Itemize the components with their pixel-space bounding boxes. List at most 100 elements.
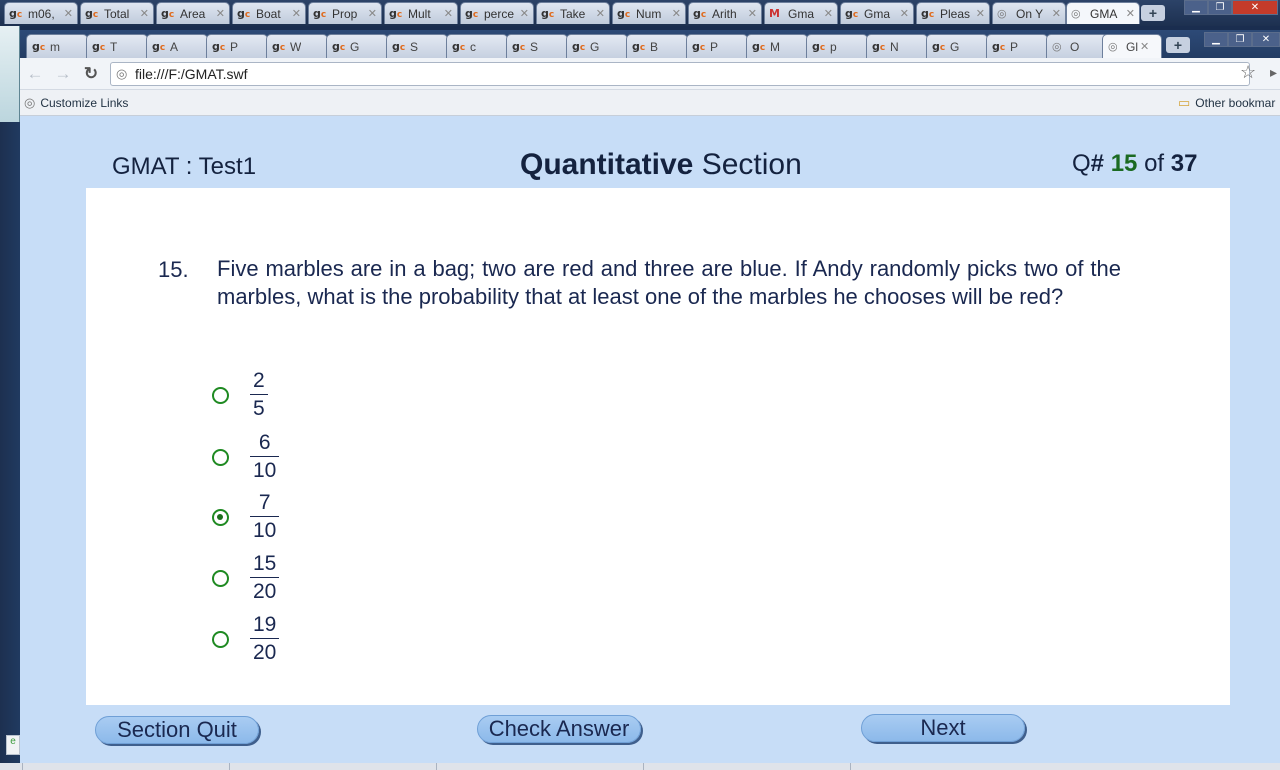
- answer-option-c[interactable]: 7 10: [212, 491, 302, 545]
- bookmark-star-icon[interactable]: ☆: [1240, 62, 1256, 83]
- close-icon[interactable]: ✕: [596, 7, 605, 20]
- radio-button[interactable]: [212, 631, 229, 648]
- inner-tab-5[interactable]: W: [266, 34, 328, 58]
- inner-tab-19-active[interactable]: Gl✕: [1102, 34, 1162, 58]
- close-window-button[interactable]: ✕: [1232, 0, 1278, 15]
- inner-tab-1[interactable]: m: [26, 34, 88, 58]
- denominator: 20: [253, 580, 277, 603]
- close-icon[interactable]: ✕: [444, 7, 453, 20]
- taskbar-app-icon[interactable]: e: [6, 735, 20, 755]
- inner-tab-11[interactable]: B: [626, 34, 688, 58]
- current-question-number: 15: [1110, 150, 1138, 177]
- close-icon[interactable]: ✕: [824, 7, 833, 20]
- close-icon[interactable]: ✕: [520, 7, 529, 20]
- radio-button[interactable]: [212, 387, 229, 404]
- favicon-icon: [693, 7, 708, 20]
- outer-tab-9[interactable]: Num ✕: [612, 2, 686, 24]
- close-icon[interactable]: ✕: [1140, 40, 1149, 53]
- inner-tab-13[interactable]: M: [746, 34, 808, 58]
- outer-tab-7[interactable]: perce ✕: [460, 2, 534, 24]
- back-arrow-icon[interactable]: ←: [24, 63, 46, 85]
- close-icon[interactable]: ✕: [216, 7, 225, 20]
- tab-label: M: [770, 39, 780, 54]
- outer-tab-2[interactable]: Total ✕: [80, 2, 154, 24]
- outer-tab-3[interactable]: Area ✕: [156, 2, 230, 24]
- answer-option-d[interactable]: 15 20: [212, 552, 302, 606]
- minimize-button[interactable]: ▁: [1204, 32, 1228, 47]
- outer-tab-6[interactable]: Mult ✕: [384, 2, 458, 24]
- inner-tab-10[interactable]: G: [566, 34, 628, 58]
- inner-tab-8[interactable]: c: [446, 34, 508, 58]
- radio-button-selected[interactable]: [212, 509, 229, 526]
- close-icon[interactable]: ✕: [368, 7, 377, 20]
- close-icon[interactable]: ✕: [1052, 7, 1061, 20]
- tab-label: P: [230, 39, 239, 54]
- answer-option-b[interactable]: 6 10: [212, 431, 302, 485]
- outer-tab-5[interactable]: Prop ✕: [308, 2, 382, 24]
- outer-tab-14[interactable]: On Y ✕: [992, 2, 1066, 24]
- close-icon[interactable]: ✕: [1126, 7, 1135, 20]
- outer-tab-15-active[interactable]: GMA ✕: [1066, 2, 1140, 24]
- outer-tab-10[interactable]: Arith ✕: [688, 2, 762, 24]
- outer-tab-11[interactable]: Gma ✕: [764, 2, 838, 24]
- tab-label: S: [530, 39, 539, 54]
- tab-label: Take: [560, 6, 586, 21]
- close-icon[interactable]: ✕: [748, 7, 757, 20]
- close-icon[interactable]: ✕: [976, 7, 985, 20]
- inner-tab-15[interactable]: N: [866, 34, 928, 58]
- tab-label: Gl: [1126, 39, 1138, 54]
- outer-tab-13[interactable]: Pleas ✕: [916, 2, 990, 24]
- new-tab-button[interactable]: +: [1166, 37, 1190, 53]
- tab-label: G: [590, 39, 600, 54]
- close-icon[interactable]: ✕: [900, 7, 909, 20]
- answer-option-a[interactable]: 25: [212, 369, 302, 423]
- bookmark-customize-links[interactable]: ◎ Customize Links: [24, 95, 128, 111]
- taskbar-item[interactable]: [22, 763, 228, 770]
- inner-tab-7[interactable]: S: [386, 34, 448, 58]
- inner-tab-9[interactable]: S: [506, 34, 568, 58]
- inner-tab-12[interactable]: P: [686, 34, 748, 58]
- tab-label: Arith: [712, 6, 737, 21]
- taskbar-item[interactable]: [850, 763, 1056, 770]
- outer-tab-8[interactable]: Take ✕: [536, 2, 610, 24]
- radio-button[interactable]: [212, 570, 229, 587]
- address-bar[interactable]: ◎ file:///F:/GMAT.swf: [110, 62, 1250, 86]
- radio-button[interactable]: [212, 449, 229, 466]
- minimize-button[interactable]: ▁: [1184, 0, 1208, 15]
- inner-tab-6[interactable]: G: [326, 34, 388, 58]
- inner-tab-18[interactable]: O: [1046, 34, 1108, 58]
- answer-option-e[interactable]: 19 20: [212, 613, 302, 667]
- counter-of: of: [1144, 150, 1165, 177]
- other-bookmarks[interactable]: ▭ Other bookmar: [1178, 95, 1275, 111]
- reload-icon[interactable]: ↻: [80, 63, 102, 85]
- inner-tab-4[interactable]: P: [206, 34, 268, 58]
- favicon-icon: [632, 40, 647, 53]
- check-answer-button[interactable]: Check Answer: [477, 715, 641, 743]
- tab-label: Gma: [788, 6, 815, 21]
- new-tab-button[interactable]: +: [1141, 5, 1165, 21]
- menu-icon[interactable]: ▸: [1270, 64, 1277, 81]
- section-quit-button[interactable]: Section Quit: [95, 716, 259, 744]
- favicon-icon: [237, 7, 252, 20]
- inner-tab-2[interactable]: T: [86, 34, 148, 58]
- fraction: 19 20: [250, 613, 280, 666]
- outer-tab-12[interactable]: Gma ✕: [840, 2, 914, 24]
- taskbar-item[interactable]: [643, 763, 849, 770]
- taskbar-item[interactable]: [229, 763, 435, 770]
- close-icon[interactable]: ✕: [292, 7, 301, 20]
- restore-button[interactable]: ❐: [1228, 32, 1252, 47]
- inner-tab-17[interactable]: P: [986, 34, 1048, 58]
- taskbar-item[interactable]: [436, 763, 642, 770]
- next-button[interactable]: Next: [861, 714, 1025, 742]
- close-icon[interactable]: ✕: [64, 7, 73, 20]
- inner-tab-14[interactable]: p: [806, 34, 868, 58]
- outer-tab-1[interactable]: m06, ✕: [4, 2, 78, 24]
- close-icon[interactable]: ✕: [140, 7, 149, 20]
- inner-tab-3[interactable]: A: [146, 34, 208, 58]
- restore-button[interactable]: ❐: [1208, 0, 1232, 15]
- outer-tab-4[interactable]: Boat ✕: [232, 2, 306, 24]
- inner-tab-16[interactable]: G: [926, 34, 988, 58]
- close-icon[interactable]: ✕: [672, 7, 681, 20]
- close-window-button[interactable]: ✕: [1252, 32, 1280, 47]
- forward-arrow-icon[interactable]: →: [52, 63, 74, 85]
